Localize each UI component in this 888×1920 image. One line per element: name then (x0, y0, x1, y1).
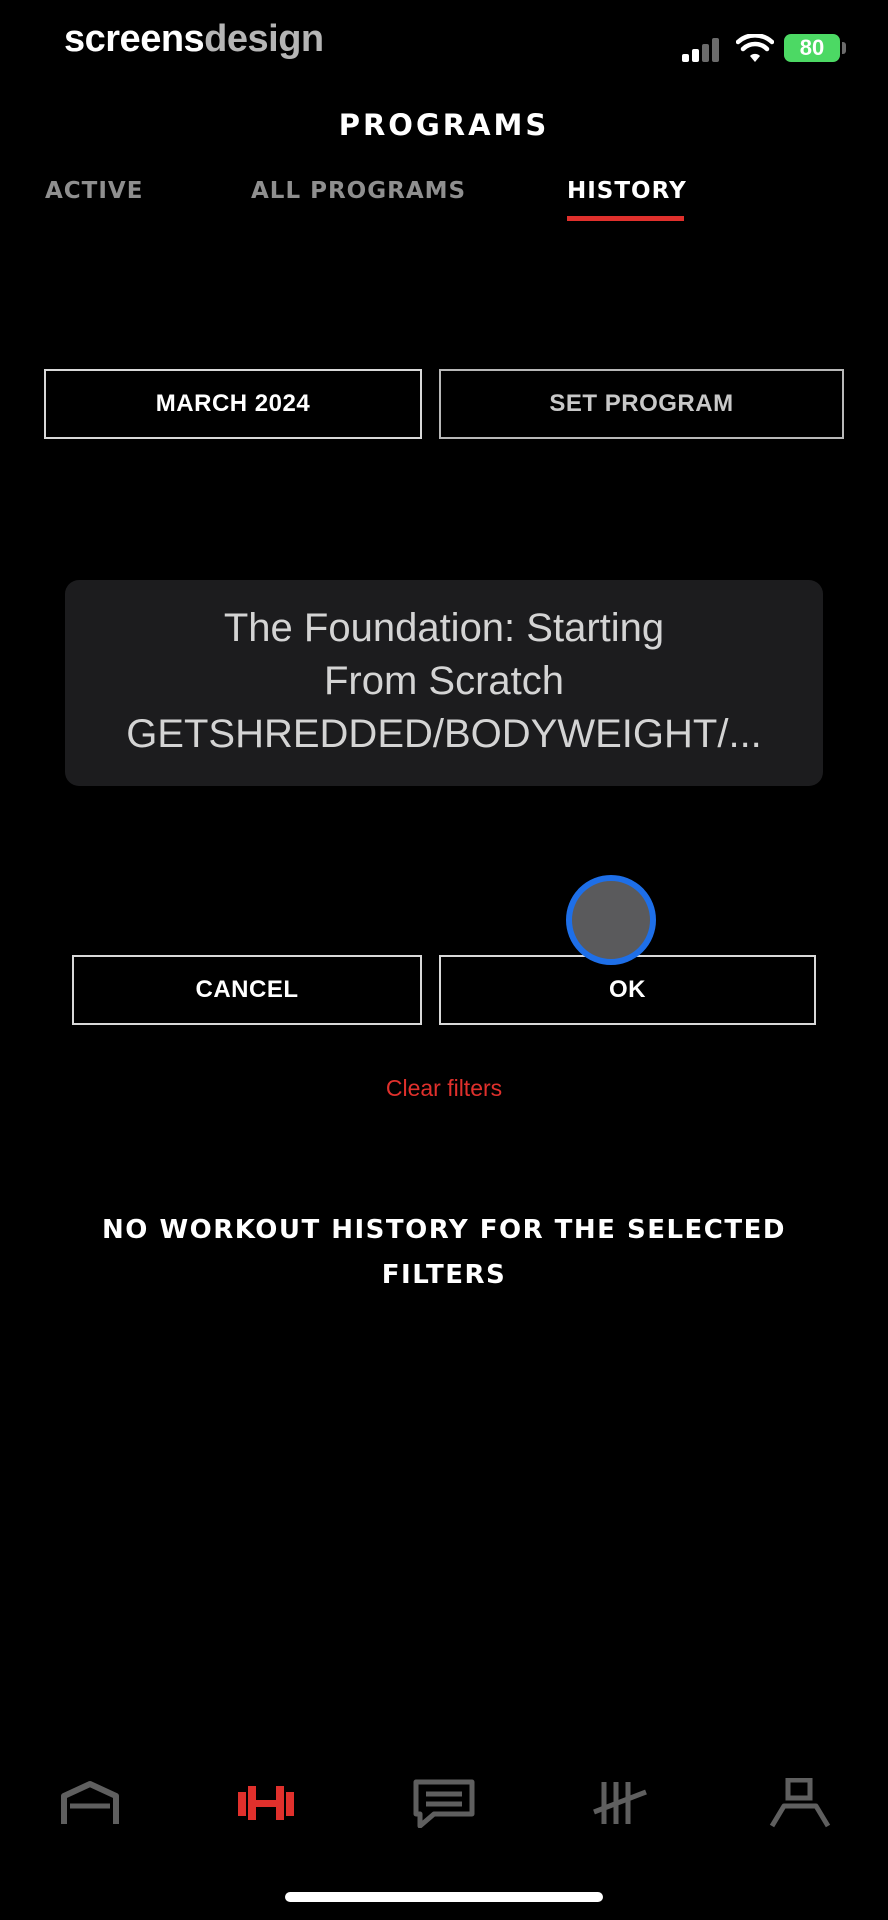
tab-all-programs[interactable]: ALL PROGRAMS (251, 178, 466, 204)
tab-history[interactable]: HISTORY (567, 178, 687, 204)
tally-icon[interactable] (590, 1778, 654, 1828)
cancel-button[interactable]: CANCEL (72, 955, 422, 1025)
cellular-signal-icon (682, 38, 722, 62)
clear-filters-link[interactable]: Clear filters (0, 1075, 888, 1102)
touch-indicator (566, 875, 656, 965)
battery-cap (842, 42, 846, 54)
chat-icon[interactable] (412, 1778, 476, 1828)
month-filter-button[interactable]: MARCH 2024 (44, 369, 422, 439)
empty-state-message: NO WORKOUT HISTORY FOR THE SELECTED FILT… (102, 1215, 786, 1290)
active-tab-indicator (567, 216, 684, 221)
dumbbell-icon[interactable] (234, 1778, 298, 1828)
tab-active[interactable]: ACTIVE (45, 178, 143, 204)
picker-option-line: From Scratch (323, 659, 565, 703)
brand-watermark: screensdesign (64, 18, 324, 60)
battery-indicator: 80 (784, 34, 840, 62)
picker-option-line: GETSHREDDED/BODYWEIGHT/... (126, 712, 762, 756)
home-indicator[interactable] (285, 1892, 603, 1902)
wifi-icon (736, 34, 774, 62)
ok-button[interactable]: OK (439, 955, 816, 1025)
home-icon[interactable] (58, 1778, 122, 1828)
picker-option-line: The Foundation: Starting (223, 606, 665, 650)
page-title: PROGRAMS (338, 108, 550, 142)
profile-icon[interactable] (768, 1778, 832, 1828)
program-filter-button[interactable]: SET PROGRAM (439, 369, 844, 439)
